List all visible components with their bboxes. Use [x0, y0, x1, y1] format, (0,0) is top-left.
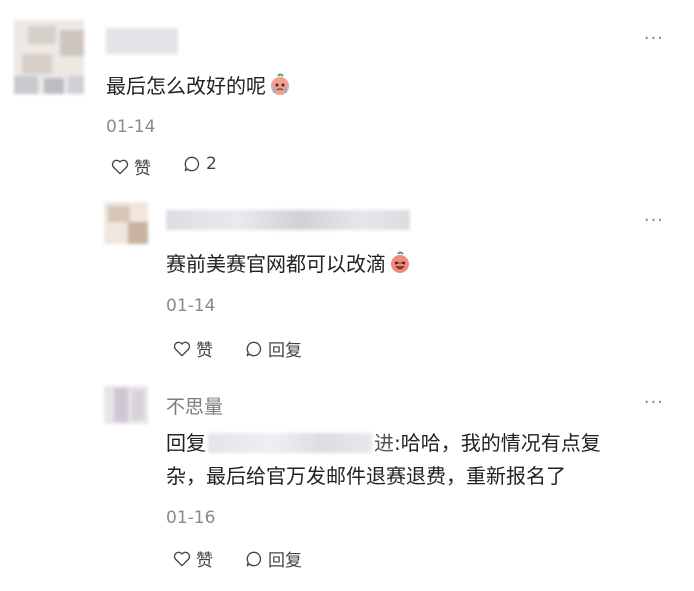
reply-avatar[interactable]	[104, 202, 148, 244]
username-redacted	[166, 210, 410, 230]
more-icon[interactable]: ···	[634, 210, 664, 231]
comment-bubble-icon	[246, 341, 262, 356]
reply-text: 赛前美赛官网都可以改滴	[166, 248, 412, 280]
crying-peach-emoji	[268, 73, 292, 97]
like-button[interactable]: 赞	[110, 154, 151, 179]
comment-text: 最后怎么改好的呢	[106, 70, 292, 102]
comment-date: 01-14	[106, 117, 156, 137]
heart-icon	[173, 551, 191, 566]
reply-button[interactable]: 回复	[244, 546, 302, 571]
more-icon[interactable]: ···	[634, 28, 664, 49]
reply-username[interactable]: 不思量	[166, 392, 223, 419]
reply-button[interactable]: 回复	[244, 336, 302, 361]
avatar[interactable]	[14, 20, 84, 94]
comment-bubble-icon	[246, 551, 262, 566]
like-button[interactable]: 赞	[172, 336, 213, 361]
reply-date: 01-14	[166, 296, 216, 316]
username-redacted	[106, 28, 178, 54]
reply-count-button[interactable]: 2	[182, 154, 217, 174]
reply-date: 01-16	[166, 508, 216, 528]
laughing-peach-emoji	[388, 251, 412, 275]
reply-target-redacted[interactable]	[208, 433, 372, 453]
heart-icon	[173, 341, 191, 356]
reply-text-line2: 杂，最后给官万发邮件退赛退费，重新报名了	[166, 464, 566, 488]
more-icon[interactable]: ···	[634, 392, 664, 413]
like-button[interactable]: 赞	[172, 546, 213, 571]
heart-icon	[111, 159, 129, 174]
reply-avatar[interactable]	[104, 386, 148, 424]
comment-bubble-icon	[184, 156, 200, 172]
reply-text: 回复 进:哈哈，我的情况有点复	[166, 431, 601, 455]
